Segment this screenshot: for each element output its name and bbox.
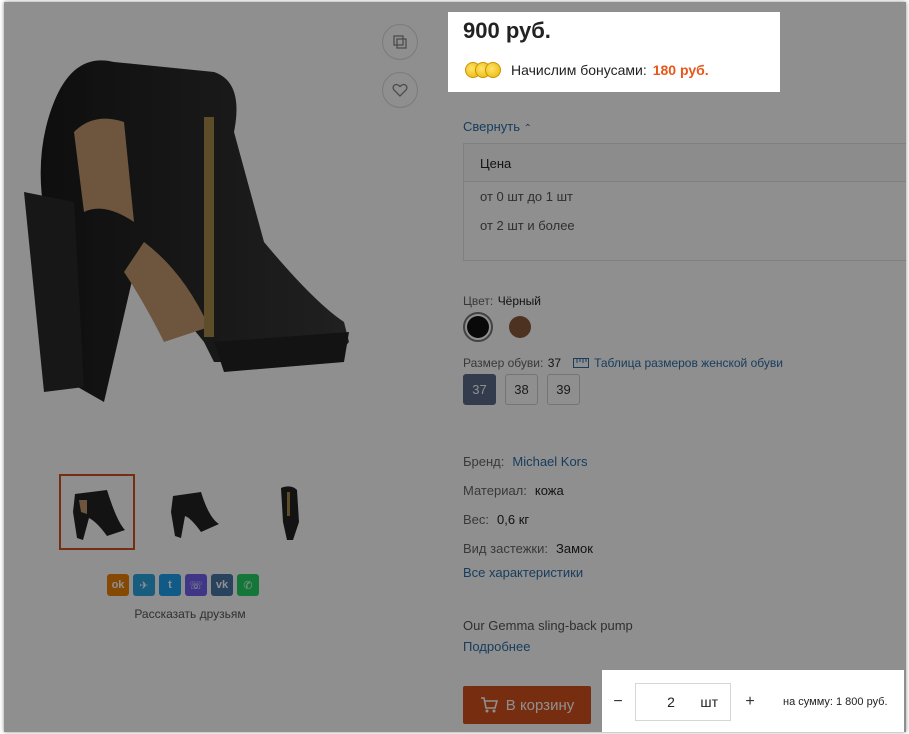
color-value: Чёрный (497, 294, 541, 308)
bonus-amount: 180 руб. (652, 62, 709, 78)
color-swatches (463, 312, 535, 342)
add-to-cart-label: В корзину (505, 696, 575, 714)
prop-key: Материал: (463, 483, 527, 498)
prop-key: Вес: (463, 512, 490, 527)
prop-brand: Бренд: Michael Kors (463, 447, 593, 476)
prop-value: Замок (555, 541, 593, 556)
collapse-label: Свернуть (463, 119, 521, 134)
size-option[interactable]: 38 (505, 374, 538, 405)
favorite-button[interactable] (382, 72, 418, 108)
compare-button[interactable] (382, 24, 418, 60)
twitter-icon[interactable]: t (159, 574, 181, 596)
thumbnail-1[interactable] (59, 474, 135, 550)
telegram-icon[interactable]: ✈ (133, 574, 155, 596)
thumbnail-image (281, 486, 299, 540)
prop-key: Бренд: (463, 454, 505, 469)
quantity-stepper: шт (635, 682, 731, 721)
prop-value: кожа (534, 483, 564, 498)
chevron-up-icon: ⌃ (523, 123, 533, 134)
bonus-label: Начислим бонусами: (511, 62, 647, 78)
dim-overlay (4, 2, 906, 12)
price-table-row: от 0 шт до 1 шт (480, 189, 573, 204)
prop-fastener: Вид застежки: Замок (463, 534, 593, 563)
product-description: Our Gemma sling-back pump (463, 618, 633, 633)
properties: Бренд: Michael Kors Материал: кожа Вес: … (463, 447, 593, 563)
size-options: 37 38 39 (463, 374, 580, 405)
prop-material: Материал: кожа (463, 476, 593, 505)
size-table-label: Таблица размеров женской обуви (594, 356, 783, 370)
quantity-panel: − шт + на сумму: 1 800 руб. (599, 671, 904, 732)
product-price: 900 руб. (463, 18, 551, 43)
ruler-icon (573, 358, 590, 368)
thumbnail-3[interactable] (251, 474, 327, 550)
dim-overlay (904, 670, 906, 732)
viber-icon[interactable]: ☏ (185, 574, 207, 596)
price-table-header: Цена (464, 144, 906, 182)
share-label: Рассказать друзьям (134, 607, 246, 621)
collapse-link[interactable]: Свернуть ⌃ (463, 119, 532, 134)
odnoklassniki-icon[interactable]: ok (107, 574, 129, 596)
copy-icon (393, 35, 407, 49)
dim-overlay (780, 12, 906, 92)
qty-minus-button[interactable]: − (607, 691, 629, 713)
more-link[interactable]: Подробнее (463, 639, 530, 654)
prop-value: 0,6 кг (497, 512, 530, 527)
bonus-info: Начислим бонусами: 180 руб. (465, 62, 709, 78)
thumbnail-2[interactable] (155, 474, 231, 550)
qty-unit: шт (700, 693, 718, 710)
quantity-input[interactable] (656, 693, 686, 710)
price-table-row: от 2 шт и более (480, 218, 575, 233)
prop-key: Вид застежки: (463, 541, 548, 556)
prop-weight: Вес: 0,6 кг (463, 505, 593, 534)
size-value: 37 (547, 356, 562, 370)
size-table-link[interactable]: Таблица размеров женской обуви (573, 356, 783, 370)
qty-plus-button[interactable]: + (739, 691, 761, 713)
cart-icon (480, 697, 498, 713)
vk-icon[interactable]: vk (211, 574, 233, 596)
thumbnail-strip (59, 474, 327, 550)
color-label: Цвет: (463, 294, 494, 308)
coins-icon (465, 62, 501, 78)
whatsapp-icon[interactable]: ✆ (237, 574, 259, 596)
swatch-black[interactable] (463, 312, 493, 342)
color-row: Цвет: Чёрный (463, 292, 541, 310)
price-table: Цена от 0 шт до 1 шт от 2 шт и более (463, 143, 906, 261)
order-total: на сумму: 1 800 руб. (783, 695, 888, 708)
size-option[interactable]: 37 (463, 374, 496, 405)
product-main-image[interactable] (14, 42, 354, 402)
all-characteristics-link[interactable]: Все характеристики (463, 565, 583, 580)
thumbnail-image (171, 492, 219, 538)
add-to-cart-button[interactable]: В корзину (463, 686, 591, 724)
thumbnail-image (73, 490, 125, 540)
heart-icon (392, 83, 408, 97)
product-card: ok ✈ t ☏ vk ✆ Рассказать друзьям 900 руб… (4, 2, 906, 732)
swatch-brown[interactable] (505, 312, 535, 342)
social-share: ok ✈ t ☏ vk ✆ (107, 574, 259, 596)
size-option[interactable]: 39 (547, 374, 580, 405)
size-row: Размер обуви: 37 Таблица размеров женско… (463, 354, 783, 372)
size-label: Размер обуви: (463, 356, 544, 370)
brand-link[interactable]: Michael Kors (512, 454, 587, 469)
